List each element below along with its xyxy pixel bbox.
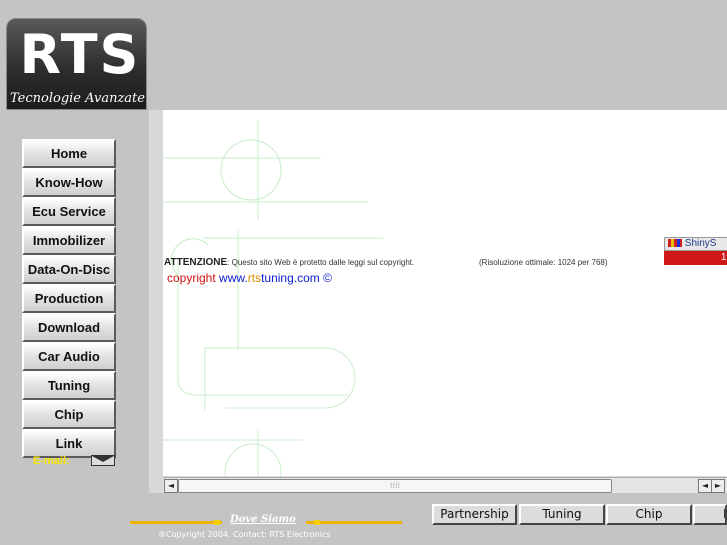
site-link-prefix[interactable]: www.	[219, 271, 248, 285]
nav-immobilizer-button[interactable]: Immobilizer	[22, 226, 116, 255]
tuning-button[interactable]: Tuning	[519, 504, 605, 525]
dove-siamo-link[interactable]: Dove Siamo	[230, 514, 296, 525]
logo-subtitle: Tecnologie Avanzate	[10, 91, 145, 106]
footer-copyright: ®Copyright 2004. Contact: RTS Electronic…	[158, 530, 331, 539]
horizontal-scrollbar[interactable]: ◄ ⁞⁞⁞⁞ ◄ ►	[163, 477, 727, 493]
content-area: ATTENZIONE: Questo sito Web è protetto d…	[163, 110, 727, 476]
background-decoration	[163, 120, 383, 476]
nav-know-how-button[interactable]: Know-How	[22, 168, 116, 197]
nav-data-on-disc-button[interactable]: Data-On-Disc	[22, 255, 116, 284]
resolution-note: (Risoluzione ottimale: 1024 per 768)	[479, 258, 608, 267]
email-label[interactable]: E-mail:	[33, 455, 70, 467]
scroll-left-icon-2[interactable]: ◄	[698, 479, 712, 493]
envelope-icon[interactable]	[91, 455, 115, 466]
nav-ecu-service-button[interactable]: Ecu Service	[22, 197, 116, 226]
nav-chip-button[interactable]: Chip	[22, 400, 116, 429]
footer-dot-right	[314, 520, 320, 525]
link-button[interactable]: L	[693, 504, 727, 525]
scroll-left-icon[interactable]: ◄	[164, 479, 178, 493]
counter-label: ShinyS	[684, 238, 717, 249]
footer-divider-left	[130, 521, 222, 524]
attention-text: : Questo sito Web è protetto dalle leggi…	[227, 258, 415, 267]
visit-counter[interactable]: ShinyS 19	[664, 237, 727, 265]
bar-chart-icon	[668, 239, 682, 248]
footer-divider-right	[306, 521, 402, 524]
logo-title: RTS	[19, 23, 141, 86]
chip-button[interactable]: Chip	[606, 504, 692, 525]
scroll-right-icon[interactable]: ►	[711, 479, 725, 493]
site-link-brand[interactable]: rts	[248, 271, 261, 285]
nav-home-button[interactable]: Home	[22, 139, 116, 168]
main-nav: Home Know-How Ecu Service Immobilizer Da…	[22, 139, 116, 458]
rts-logo[interactable]: RTS Tecnologie Avanzate	[6, 18, 147, 110]
copyright-line: copyright www.rtstuning.com ©	[167, 271, 332, 285]
counter-header: ShinyS	[664, 237, 727, 251]
nav-tuning-button[interactable]: Tuning	[22, 371, 116, 400]
nav-link-button[interactable]: Link	[22, 429, 116, 458]
copyright-word: copyright	[167, 271, 216, 285]
counter-value: 19	[664, 251, 727, 265]
copyright-notice: ATTENZIONE: Questo sito Web è protetto d…	[164, 257, 414, 268]
scroll-thumb[interactable]: ⁞⁞⁞⁞	[178, 479, 612, 493]
site-link-suffix[interactable]: tuning.com	[261, 271, 320, 285]
nav-download-button[interactable]: Download	[22, 313, 116, 342]
partnership-button[interactable]: Partnership	[432, 504, 517, 525]
nav-production-button[interactable]: Production	[22, 284, 116, 313]
copyright-symbol: ©	[323, 271, 332, 285]
footer-dot-left	[214, 520, 220, 525]
attention-label: ATTENZIONE	[164, 257, 228, 268]
nav-car-audio-button[interactable]: Car Audio	[22, 342, 116, 371]
